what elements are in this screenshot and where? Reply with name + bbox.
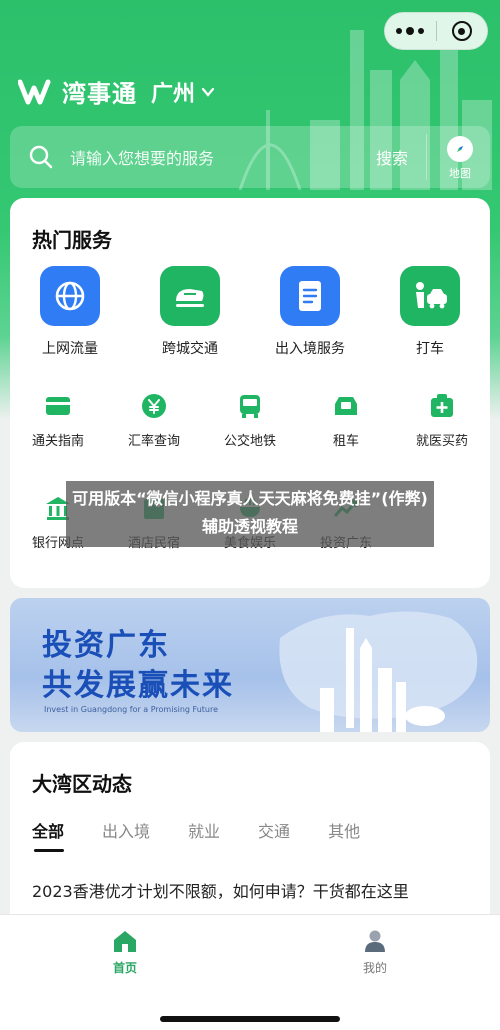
tab-label: 我的 [362, 961, 387, 975]
city-selector[interactable]: 广州 [151, 76, 195, 108]
banner-title-line2: 共发展赢未来 [42, 668, 234, 703]
bottom-tab-bar: 首页 我的 [0, 914, 500, 1030]
service-medical[interactable]: 就医买药 [394, 392, 490, 449]
search-button[interactable]: 搜索 [376, 145, 408, 169]
service-label: 汇率查询 [127, 434, 180, 449]
tab-label: 首页 [112, 961, 137, 975]
search-input[interactable]: 请输入您想要的服务 搜索 [10, 126, 416, 188]
tab-home[interactable]: 首页 [0, 915, 250, 1030]
target-circle-icon [451, 21, 472, 41]
service-car-rental[interactable]: 租车 [298, 392, 394, 449]
section-title: 热门服务 [32, 228, 112, 252]
map-label: 地图 [449, 166, 471, 180]
guangdong-map-illustration [279, 611, 478, 732]
search-icon [29, 145, 53, 169]
card-icon [44, 392, 72, 420]
compass-icon [447, 135, 473, 162]
service-exchange-rate[interactable]: 汇率查询 [106, 392, 202, 449]
globe-icon [40, 266, 100, 326]
invest-guangdong-banner[interactable]: 投资广东 共发展赢未来 Invest in Guangdong for a Pr… [10, 598, 490, 732]
app-name: 湾事通 [62, 80, 137, 108]
brand-header: 湾事通 广州 [18, 74, 215, 109]
home-icon [114, 931, 136, 952]
tab-all[interactable]: 全部 [32, 818, 65, 852]
service-label: 出入境服务 [275, 341, 345, 357]
services-row-2: 通关指南 汇率查询 公交地铁 租车 就医买药 [10, 392, 490, 449]
service-customs-guide[interactable]: 通关指南 [10, 392, 106, 449]
service-label: 公交地铁 [223, 434, 276, 449]
news-item-title[interactable]: 2023香港优才计划不限额，如何申请？干货都在这里 [32, 878, 409, 902]
tab-transport[interactable]: 交通 [258, 818, 290, 842]
service-taxi[interactable]: 打车 [370, 266, 490, 358]
overlay-caption: 可用版本“微信小程序真人天天麻将免费挂”(作弊)辅助透视教程 [66, 481, 434, 547]
map-button[interactable]: 地图 [434, 132, 486, 184]
service-label: 通关指南 [31, 434, 84, 449]
home-indicator [160, 1016, 340, 1022]
profile-icon [365, 930, 385, 952]
taxi-icon [400, 266, 460, 326]
tab-other[interactable]: 其他 [328, 818, 360, 842]
service-label: 上网流量 [42, 341, 98, 357]
app-logo-icon [18, 79, 51, 104]
service-mobile-data[interactable]: 上网流量 [10, 266, 130, 358]
service-label: 跨城交通 [162, 341, 218, 357]
tab-employment[interactable]: 就业 [188, 818, 220, 842]
service-immigration[interactable]: 出入境服务 [250, 266, 370, 358]
bay-area-news-card: 大湾区动态 全部 出入境 就业 交通 其他 2023香港优才计划不限额，如何申请… [10, 742, 490, 942]
service-intercity-transport[interactable]: 跨城交通 [130, 266, 250, 358]
yen-icon [140, 392, 168, 420]
medical-icon [428, 392, 456, 420]
news-tabs: 全部 出入境 就业 交通 其他 [32, 818, 398, 852]
bus-icon [236, 392, 264, 420]
tab-profile[interactable]: 我的 [250, 915, 500, 1030]
banner-title-line1: 投资广东 [42, 628, 170, 663]
dot-icon [406, 27, 415, 35]
search-bar: 请输入您想要的服务 搜索 地图 [10, 126, 490, 188]
close-miniprogram-button[interactable] [437, 13, 488, 49]
chevron-down-icon[interactable] [201, 85, 215, 99]
service-label: 租车 [332, 434, 359, 449]
service-bus-metro[interactable]: 公交地铁 [202, 392, 298, 449]
service-label: 打车 [416, 341, 444, 357]
more-menu-button[interactable] [385, 13, 436, 49]
search-divider [426, 134, 427, 180]
miniprogram-capsule [384, 12, 488, 50]
primary-services: 上网流量 跨城交通 出入境服务 打车 [10, 266, 490, 358]
rental-car-icon [332, 392, 360, 420]
service-label: 就医买药 [415, 434, 468, 449]
tab-immigration[interactable]: 出入境 [102, 818, 150, 842]
document-icon [280, 266, 340, 326]
train-icon [160, 266, 220, 326]
search-placeholder: 请输入您想要的服务 [70, 149, 215, 168]
banner-subtitle: Invest in Guangdong for a Promising Futu… [44, 705, 219, 714]
dot-icon [396, 28, 403, 34]
section-title: 大湾区动态 [32, 772, 132, 796]
dot-icon [418, 28, 425, 34]
